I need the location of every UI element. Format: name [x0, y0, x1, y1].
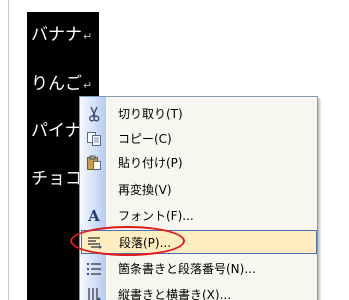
context-menu: 切り取り(T) コピー(C) 貼り付け(P) 再変換(V) A フォント(F).…: [79, 96, 318, 300]
doc-line-text: りんご: [31, 74, 82, 94]
menu-item-label: 切り取り(T): [118, 107, 183, 121]
doc-line-ringo[interactable]: りんご↵: [31, 71, 92, 97]
menu-item-cut[interactable]: 切り取り(T): [81, 102, 317, 126]
menu-item-label: コピー(C): [118, 132, 172, 146]
menu-item-label: 再変換(V): [118, 183, 172, 197]
menu-item-bullets-numbering[interactable]: 箇条書きと段落番号(N)...: [81, 257, 317, 281]
document-window: バナナ↵ りんご↵ パイナ チョコ 切り取り(T) コピー(C) 貼り付け(P): [0, 0, 349, 300]
doc-line-pine[interactable]: パイナ: [31, 118, 82, 144]
paragraph-mark-icon: ↵: [83, 30, 93, 43]
menu-item-text-direction[interactable]: 縦書きと横書き(X)...: [81, 283, 317, 300]
copy-icon: [85, 130, 103, 148]
paste-icon: [85, 154, 103, 172]
paragraph-mark-icon: ↵: [83, 79, 93, 92]
doc-line-text: バナナ: [31, 25, 82, 45]
menu-item-label: 箇条書きと段落番号(N)...: [118, 262, 256, 276]
menu-item-font[interactable]: A フォント(F)...: [81, 204, 317, 228]
menu-item-label: フォント(F)...: [118, 209, 194, 223]
menu-item-label: 貼り付け(P): [118, 156, 183, 170]
menu-item-paste[interactable]: 貼り付け(P): [81, 151, 317, 175]
doc-line-banana[interactable]: バナナ↵: [31, 22, 92, 48]
doc-line-text: パイナ: [31, 121, 82, 141]
highlight-ellipse: [70, 226, 185, 256]
text-direction-icon: [85, 286, 103, 300]
page-margin-line: [8, 0, 9, 300]
scissors-icon: [85, 105, 103, 123]
doc-line-text: チョコ: [31, 169, 82, 189]
menu-item-copy[interactable]: コピー(C): [81, 127, 317, 151]
bullets-icon: [85, 260, 103, 278]
font-icon: A: [88, 207, 100, 225]
menu-item-reconvert[interactable]: 再変換(V): [81, 178, 317, 202]
menu-item-label: 縦書きと横書き(X)...: [118, 288, 232, 300]
doc-line-choco[interactable]: チョコ: [31, 166, 82, 192]
